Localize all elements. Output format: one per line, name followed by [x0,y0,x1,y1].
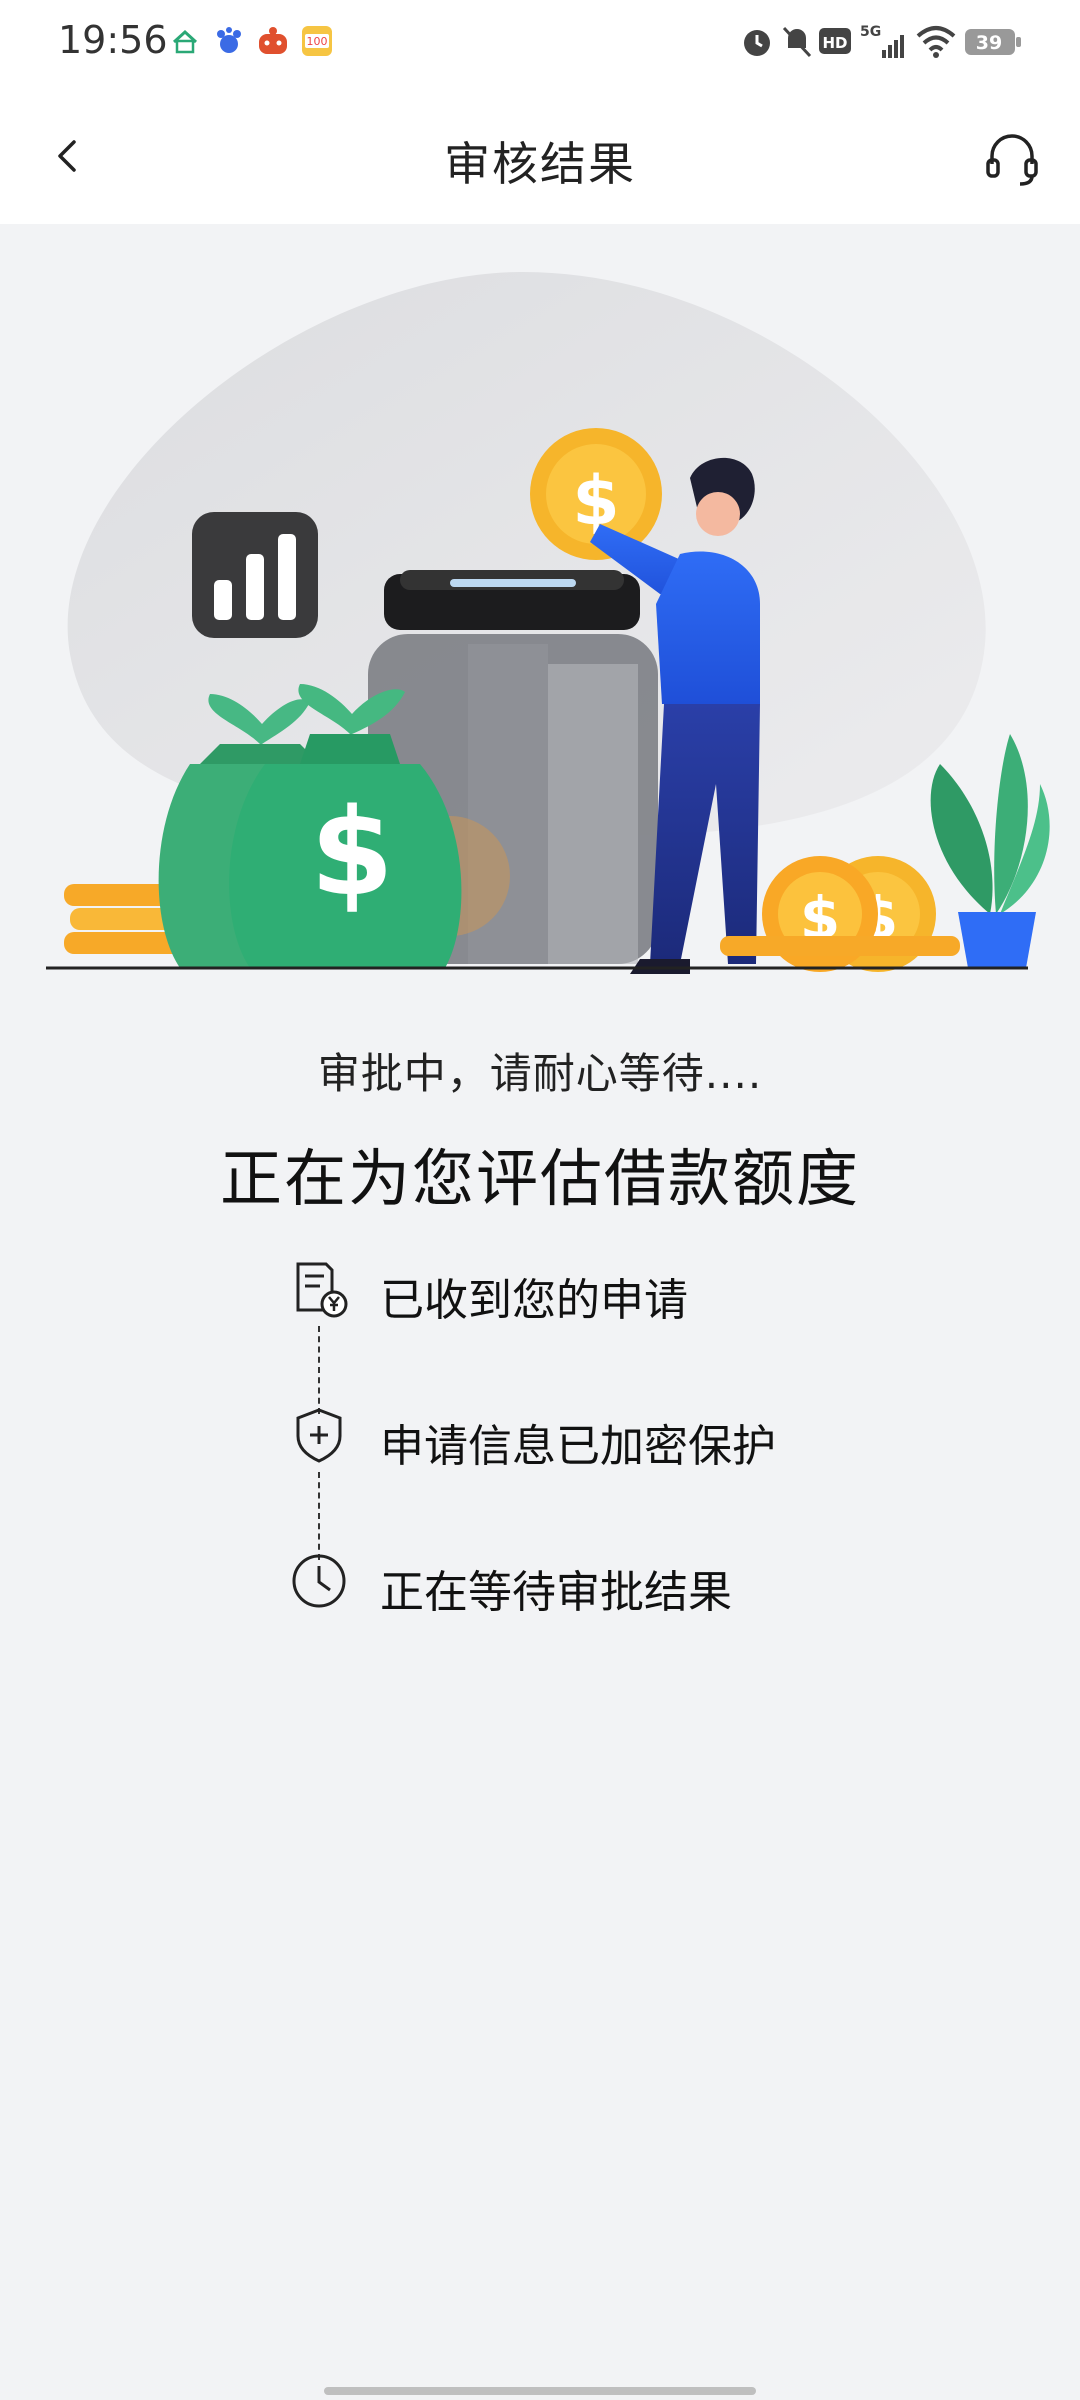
step-connector [318,1326,320,1414]
app-icon-3 [259,27,287,54]
step-info-encrypted: 申请信息已加密保护 [290,1406,890,1472]
app-icon-1 [172,29,198,54]
step-awaiting-result: 正在等待审批结果 [290,1552,890,1618]
headset-icon [986,134,1038,186]
loan-illustration: $ $ $ $ [46,271,1050,974]
shield-plus-icon [296,1408,342,1463]
svg-text:39: 39 [976,32,1002,54]
svg-text:HD: HD [822,34,847,52]
hd-icon: HD [819,28,851,54]
nav-bar: 审核结果 [0,84,1080,224]
svg-text:$: $ [572,462,619,541]
status-time: 19:56 [58,18,168,62]
status-subtitle: 审批中，请耐心等待.... [317,1049,763,1098]
mute-icon [782,26,812,58]
home-indicator[interactable] [324,2387,756,2395]
wifi-icon [916,26,956,58]
step-label: 申请信息已加密保护 [380,1421,776,1472]
customer-service-button[interactable] [982,128,1042,188]
svg-text:$: $ [310,784,394,923]
plant-icon [930,734,1050,968]
step-connector [318,1472,320,1560]
step-label: 正在等待审批结果 [380,1567,732,1618]
app-icon-2 [217,27,241,53]
status-bar: 19:56 100 HD 5G 39 [0,0,1080,84]
step-label: 已收到您的申请 [380,1275,688,1326]
alarm-icon [744,30,770,56]
progress-steps: 已收到您的申请 申请信息已加密保护 正在等待审批结果 [290,1260,890,1640]
signal-icon: 5G [860,24,904,58]
clock-icon [292,1554,346,1608]
status-headline: 正在为您评估借款额度 [219,1142,860,1215]
document-yen-icon [296,1262,348,1318]
page-title: 审核结果 [444,137,636,191]
svg-text:5G: 5G [860,24,881,40]
battery-icon: 39 [965,29,1021,55]
step-application-received: 已收到您的申请 [290,1260,890,1326]
app-icon-4: 100 [302,26,332,56]
bar-chart-icon [192,512,318,638]
svg-text:100: 100 [307,35,328,48]
